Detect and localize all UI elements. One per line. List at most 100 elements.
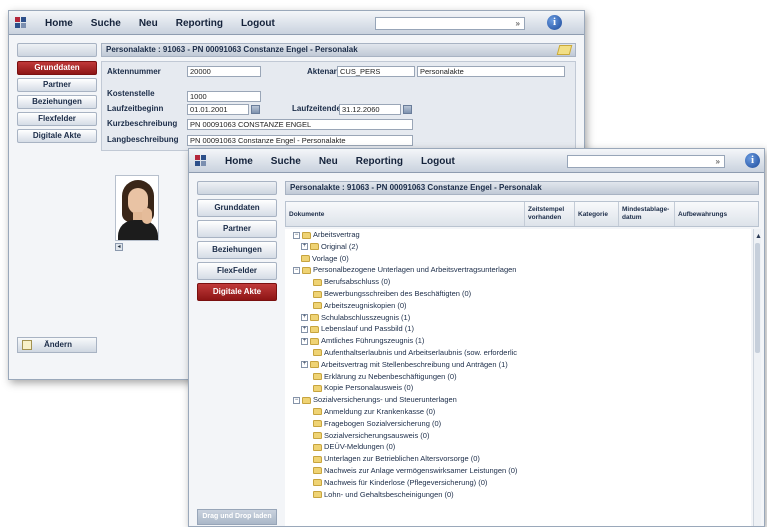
search-go-icon[interactable]: » — [516, 18, 520, 29]
sidebar-item-partner[interactable]: Partner — [197, 220, 277, 238]
tree-item[interactable]: Berufsabschluss (0) — [285, 276, 751, 288]
expand-icon[interactable]: + — [301, 243, 308, 251]
sidebar-item-digitale-akte[interactable]: Digitale Akte — [17, 129, 97, 143]
sidebar-item-flexfelder[interactable]: Flexfelder — [17, 112, 97, 126]
folder-icon — [313, 455, 322, 463]
folder-icon — [313, 278, 322, 286]
chevron-left-icon[interactable]: ◂ — [115, 243, 123, 251]
expand-icon[interactable]: + — [301, 337, 308, 345]
menu-logout[interactable]: Logout — [241, 18, 275, 29]
tree-item[interactable]: + Arbeitsvertrag mit Stellenbeschreibung … — [285, 359, 751, 371]
sidebar-item-flexfelder[interactable]: FlexFelder — [197, 262, 277, 280]
front-search-input[interactable]: » — [567, 155, 725, 168]
folder-icon — [313, 408, 322, 416]
column-kategorie[interactable]: Kategorie — [574, 202, 618, 226]
tree-item[interactable]: Arbeitszeugniskopien (0) — [285, 300, 751, 312]
menu-home[interactable]: Home — [45, 18, 73, 29]
kostenstelle-label: Kostenstelle — [107, 89, 155, 98]
tree-item[interactable]: + Amtliches Führungszeugnis (1) — [285, 335, 751, 347]
info-icon[interactable]: i — [547, 15, 562, 30]
menu-logout[interactable]: Logout — [421, 156, 455, 167]
menu-reporting[interactable]: Reporting — [356, 156, 403, 167]
tree-item[interactable]: − Arbeitsvertrag — [285, 229, 751, 241]
tree-item[interactable]: Nachweis für Kinderlose (Pflegeversicher… — [285, 477, 751, 489]
expand-icon[interactable]: + — [301, 361, 308, 369]
kostenstelle-field[interactable]: 1000 — [187, 91, 261, 102]
sidebar-item-partner[interactable]: Partner — [17, 78, 97, 92]
column-dokumente[interactable]: Dokumente — [286, 202, 524, 226]
drag-drop-upload[interactable]: Drag und Drop laden — [197, 509, 277, 525]
sidebar-item-grunddaten[interactable]: Grunddaten — [197, 199, 277, 217]
tree-item[interactable]: Unterlagen zur Betrieblichen Altersvorso… — [285, 453, 751, 465]
column-mindestablagedatum[interactable]: Mindestablage-datum — [618, 202, 674, 226]
tree-item[interactable]: Sozialversicherungsausweis (0) — [285, 430, 751, 442]
tree-item[interactable]: Anmeldung zur Krankenkasse (0) — [285, 406, 751, 418]
sidebar-item-grunddaten[interactable]: Grunddaten — [17, 61, 97, 75]
tree-item[interactable]: Bewerbungsschreiben des Beschäftigten (0… — [285, 288, 751, 300]
sidebar-item-beziehungen[interactable]: Beziehungen — [197, 241, 277, 259]
tree-item[interactable]: Erklärung zu Nebenbeschäftigungen (0) — [285, 371, 751, 383]
menu-neu[interactable]: Neu — [319, 156, 338, 167]
info-icon[interactable]: i — [745, 153, 760, 168]
aktenart-code-field[interactable]: CUS_PERS — [337, 66, 415, 77]
collapse-icon[interactable]: − — [293, 231, 300, 239]
tree-item[interactable]: + Original (2) — [285, 241, 751, 253]
tree-item[interactable]: + Schulabschlusszeugnis (1) — [285, 312, 751, 324]
menu-reporting[interactable]: Reporting — [176, 18, 223, 29]
aendern-button[interactable]: Ändern — [17, 337, 97, 353]
calendar-icon[interactable] — [403, 105, 412, 114]
aendern-label: Ändern — [44, 340, 72, 349]
menu-neu[interactable]: Neu — [139, 18, 158, 29]
folder-icon — [313, 349, 322, 357]
scrollbar[interactable]: ▲ — [753, 229, 762, 526]
laufzeitende-label: Laufzeitende — [292, 104, 341, 113]
tree-item[interactable]: Nachweis zur Anlage vermögenswirksamer L… — [285, 465, 751, 477]
sidebar-item-digitale-akte[interactable]: Digitale Akte — [197, 283, 277, 301]
tree-item[interactable]: − Personalbezogene Unterlagen und Arbeits… — [285, 264, 751, 276]
tree-item[interactable]: Vorlage (0) — [285, 253, 751, 265]
tree-item[interactable]: Kopie Personalausweis (0) — [285, 382, 751, 394]
tree-item[interactable]: Fragebogen Sozialversicherung (0) — [285, 418, 751, 430]
tree-item-label: Sozialversicherungs- und Steuerunterlage… — [313, 395, 457, 405]
laufzeitende-field[interactable]: 31.12.2060 — [339, 104, 401, 115]
folder-icon — [310, 314, 319, 322]
tree-item-label: Erklärung zu Nebenbeschäftigungen (0) — [324, 371, 457, 381]
sidebar-item-beziehungen[interactable]: Beziehungen — [17, 95, 97, 109]
aktennummer-field[interactable]: 20000 — [187, 66, 261, 77]
kurzbeschreibung-field[interactable]: PN 00091063 CONSTANZE ENGEL — [187, 119, 413, 130]
document-tree: − Arbeitsvertrag + Original (2) Vorlage (0) −… — [285, 229, 751, 526]
laufzeitbeginn-field[interactable]: 01.01.2001 — [187, 104, 249, 115]
collapse-icon[interactable]: − — [293, 266, 300, 274]
folder-icon — [313, 290, 322, 298]
collapse-icon[interactable]: − — [293, 396, 300, 404]
tree-item[interactable]: + Lebenslauf und Passbild (1) — [285, 323, 751, 335]
column-aufbewahrung[interactable]: Aufbewahrungs — [674, 202, 758, 226]
calendar-icon[interactable] — [251, 105, 260, 114]
folder-icon[interactable] — [556, 45, 573, 55]
menu-suche[interactable]: Suche — [271, 156, 301, 167]
search-go-icon[interactable]: » — [716, 156, 720, 167]
tree-item-label: Vorlage (0) — [312, 253, 349, 263]
menu-home[interactable]: Home — [225, 156, 253, 167]
tree-item-label: Amtliches Führungszeugnis (1) — [321, 336, 425, 346]
langbeschreibung-field[interactable]: PN 00091063 Constanze Engel - Personalak… — [187, 135, 413, 146]
tree-item[interactable]: Lohn- und Gehaltsbescheinigungen (0) — [285, 489, 751, 501]
avatar — [115, 175, 159, 241]
tree-item[interactable]: DEÜV-Meldungen (0) — [285, 441, 751, 453]
folder-icon — [313, 443, 322, 451]
tree-item-label: DEÜV-Meldungen (0) — [324, 442, 396, 452]
folder-icon — [313, 479, 322, 487]
column-zeitstempel[interactable]: Zeitstempel vorhanden — [524, 202, 574, 226]
expand-icon[interactable]: + — [301, 325, 308, 333]
tree-item-label: Original (2) — [321, 241, 359, 251]
scroll-thumb[interactable] — [755, 243, 760, 353]
tree-item[interactable]: Aufenthaltserlaubnis und Arbeitserlaubni… — [285, 347, 751, 359]
tree-item-label: Bewerbungsschreiben des Beschäftigten (0… — [324, 288, 472, 298]
folder-icon — [313, 467, 322, 475]
tree-item[interactable]: − Sozialversicherungs- und Steuerunterlag… — [285, 394, 751, 406]
menu-suche[interactable]: Suche — [91, 18, 121, 29]
back-search-input[interactable]: » — [375, 17, 525, 30]
aktenart-field[interactable]: Personalakte — [417, 66, 565, 77]
scroll-up-icon[interactable]: ▲ — [755, 233, 762, 240]
expand-icon[interactable]: + — [301, 314, 308, 322]
